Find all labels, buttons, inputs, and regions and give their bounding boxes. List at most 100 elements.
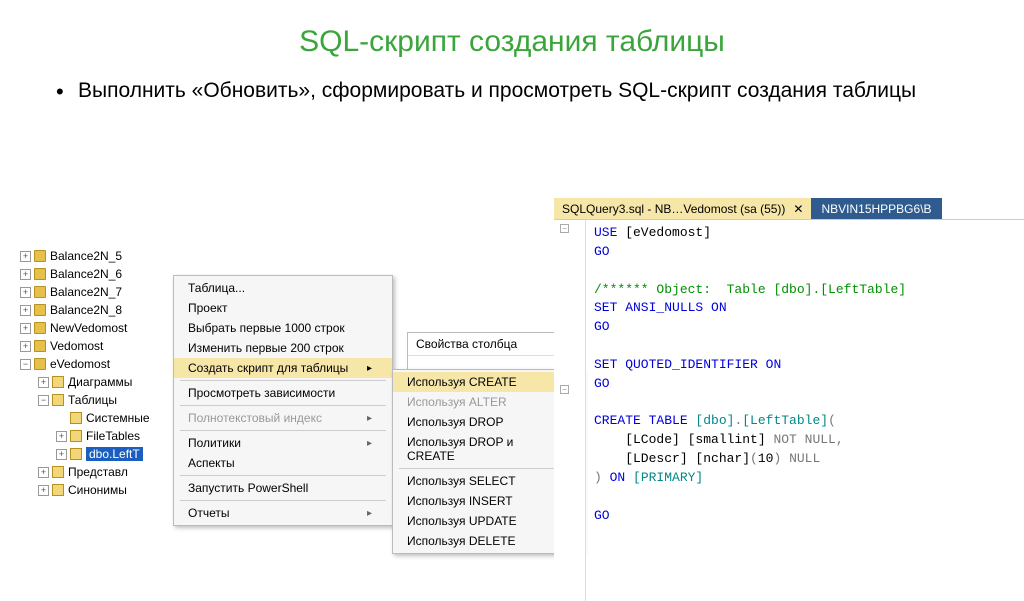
tree-item-label: Представл [68, 465, 128, 479]
menu-item-label: Используя DROP [407, 415, 504, 429]
tree-item-label: Диаграммы [68, 375, 132, 389]
folder-icon [52, 376, 64, 388]
menu-item-label: Используя ALTER [407, 395, 507, 409]
database-icon [34, 250, 46, 262]
editor-tabs[interactable]: SQLQuery3.sql - NB…Vedomost (sa (55)) ✕ … [554, 198, 1024, 220]
menu-item-label: Полнотекстовый индекс [188, 411, 322, 425]
menu-item-label: Используя CREATE [407, 375, 517, 389]
menu-item-label: Используя INSERT [407, 494, 513, 508]
code-fold-gutter[interactable]: − − [554, 220, 586, 601]
tree-item[interactable]: + Balance2N_7 [20, 283, 175, 301]
chevron-right-icon: ▸ [367, 363, 372, 374]
tree-item-label: eVedomost [50, 357, 110, 371]
chevron-right-icon: ▸ [367, 413, 372, 424]
menu-item[interactable]: Используя DROP▸ [393, 412, 581, 432]
sql-code-editor[interactable]: USE [eVedomost] GO /****** Object: Table… [586, 220, 914, 601]
tree-item[interactable]: + Диаграммы [20, 373, 175, 391]
menu-item[interactable]: Используя INSERT▸ [393, 491, 581, 511]
menu-item-label: Таблица... [188, 281, 245, 295]
menu-item[interactable]: Выбрать первые 1000 строк [174, 318, 392, 338]
expand-icon[interactable]: + [20, 341, 31, 352]
database-icon [34, 322, 46, 334]
chevron-right-icon: ▸ [367, 438, 372, 449]
menu-item-label: Запустить PowerShell [188, 481, 308, 495]
menu-item-label: Используя UPDATE [407, 514, 517, 528]
tree-item-label: Таблицы [68, 393, 117, 407]
tree-item-label: Balance2N_7 [50, 285, 122, 299]
tree-item-label: Системные [86, 411, 150, 425]
menu-item[interactable]: Отчеты▸ [174, 503, 392, 523]
expand-icon[interactable]: + [20, 305, 31, 316]
tree-item-label: dbo.LeftT [86, 447, 143, 461]
menu-item[interactable]: Проект [174, 298, 392, 318]
menu-item-label: Просмотреть зависимости [188, 386, 335, 400]
fold-toggle-icon[interactable]: − [560, 224, 569, 233]
menu-item[interactable]: Используя UPDATE▸ [393, 511, 581, 531]
menu-item[interactable]: Запустить PowerShell [174, 478, 392, 498]
menu-item[interactable]: Используя DELETE▸ [393, 531, 581, 551]
menu-item[interactable]: Изменить первые 200 строк [174, 338, 392, 358]
tree-item[interactable]: Системные [20, 409, 175, 427]
collapse-icon[interactable]: − [20, 359, 31, 370]
code-panel: − − USE [eVedomost] GO /****** Object: T… [554, 219, 1024, 601]
tree-item-label: Balance2N_5 [50, 249, 122, 263]
menu-item[interactable]: Создать скрипт для таблицы▸ [174, 358, 392, 378]
tree-item[interactable]: +Balance2N_8 [20, 301, 175, 319]
menu-item[interactable]: Используя DROP и CREATE▸ [393, 432, 581, 466]
database-icon [34, 268, 46, 280]
collapse-icon[interactable]: − [38, 395, 49, 406]
expand-icon[interactable]: + [20, 323, 31, 334]
database-icon [34, 358, 46, 370]
menu-item[interactable]: Используя CREATE▸ [393, 372, 581, 392]
page-title: SQL-скрипт создания таблицы [0, 25, 1024, 59]
tab-label: SQLQuery3.sql - NB…Vedomost (sa (55)) [562, 202, 785, 216]
context-menu-table[interactable]: Таблица... ПроектВыбрать первые 1000 стро… [173, 275, 393, 526]
menu-separator [180, 405, 386, 406]
tree-item[interactable]: + Представл [20, 463, 175, 481]
expand-icon[interactable]: + [56, 431, 67, 442]
object-explorer-tree[interactable]: + Balance2N_5 + Balance2N_6 + Balance2N_7 +Bal… [20, 247, 175, 499]
tab-server[interactable]: NBVIN15HPPBG6\B [811, 198, 941, 220]
menu-item-label: Используя DROP и CREATE [407, 435, 556, 463]
tree-item[interactable]: + dbo.LeftT [20, 445, 175, 463]
database-icon [34, 340, 46, 352]
tree-item[interactable]: + Balance2N_6 [20, 265, 175, 283]
menu-item-label: Аспекты [188, 456, 235, 470]
menu-item[interactable]: Политики▸ [174, 433, 392, 453]
menu-separator [180, 475, 386, 476]
menu-item[interactable]: Используя SELECT▸ [393, 471, 581, 491]
menu-item-label: Используя SELECT [407, 474, 516, 488]
menu-item[interactable]: Аспекты [174, 453, 392, 473]
folder-icon [70, 448, 82, 460]
tree-item[interactable]: +Синонимы [20, 481, 175, 499]
expand-icon[interactable]: + [20, 287, 31, 298]
tab-active-sqlquery3[interactable]: SQLQuery3.sql - NB…Vedomost (sa (55)) ✕ [554, 198, 811, 220]
menu-item[interactable]: Таблица... [174, 278, 392, 298]
tree-item[interactable]: + FileTables [20, 427, 175, 445]
menu-separator [180, 500, 386, 501]
tree-item[interactable]: − Таблицы [20, 391, 175, 409]
fold-toggle-icon[interactable]: − [560, 385, 569, 394]
folder-icon [52, 484, 64, 496]
expand-icon[interactable]: + [20, 269, 31, 280]
tree-item[interactable]: − eVedomost [20, 355, 175, 373]
tree-item[interactable]: + Vedomost [20, 337, 175, 355]
expand-icon[interactable]: + [56, 449, 67, 460]
menu-item[interactable]: Просмотреть зависимости [174, 383, 392, 403]
tree-item[interactable]: + Balance2N_5 [20, 247, 175, 265]
tree-item[interactable]: +NewVedomost [20, 319, 175, 337]
close-icon[interactable]: ✕ [793, 202, 803, 216]
menu-separator [180, 430, 386, 431]
folder-icon [52, 394, 64, 406]
expand-icon[interactable]: + [38, 467, 49, 478]
tree-item-label: Vedomost [50, 339, 103, 353]
tree-item-label: Balance2N_6 [50, 267, 122, 281]
expand-icon[interactable]: + [38, 485, 49, 496]
expand-icon[interactable]: + [38, 377, 49, 388]
tree-item-label: FileTables [86, 429, 140, 443]
expand-icon[interactable]: + [20, 251, 31, 262]
menu-item-label: Отчеты [188, 506, 229, 520]
folder-icon [70, 412, 82, 424]
column-properties-title: Свойства столбца [408, 333, 566, 356]
menu-item: Используя ALTER▸ [393, 392, 581, 412]
